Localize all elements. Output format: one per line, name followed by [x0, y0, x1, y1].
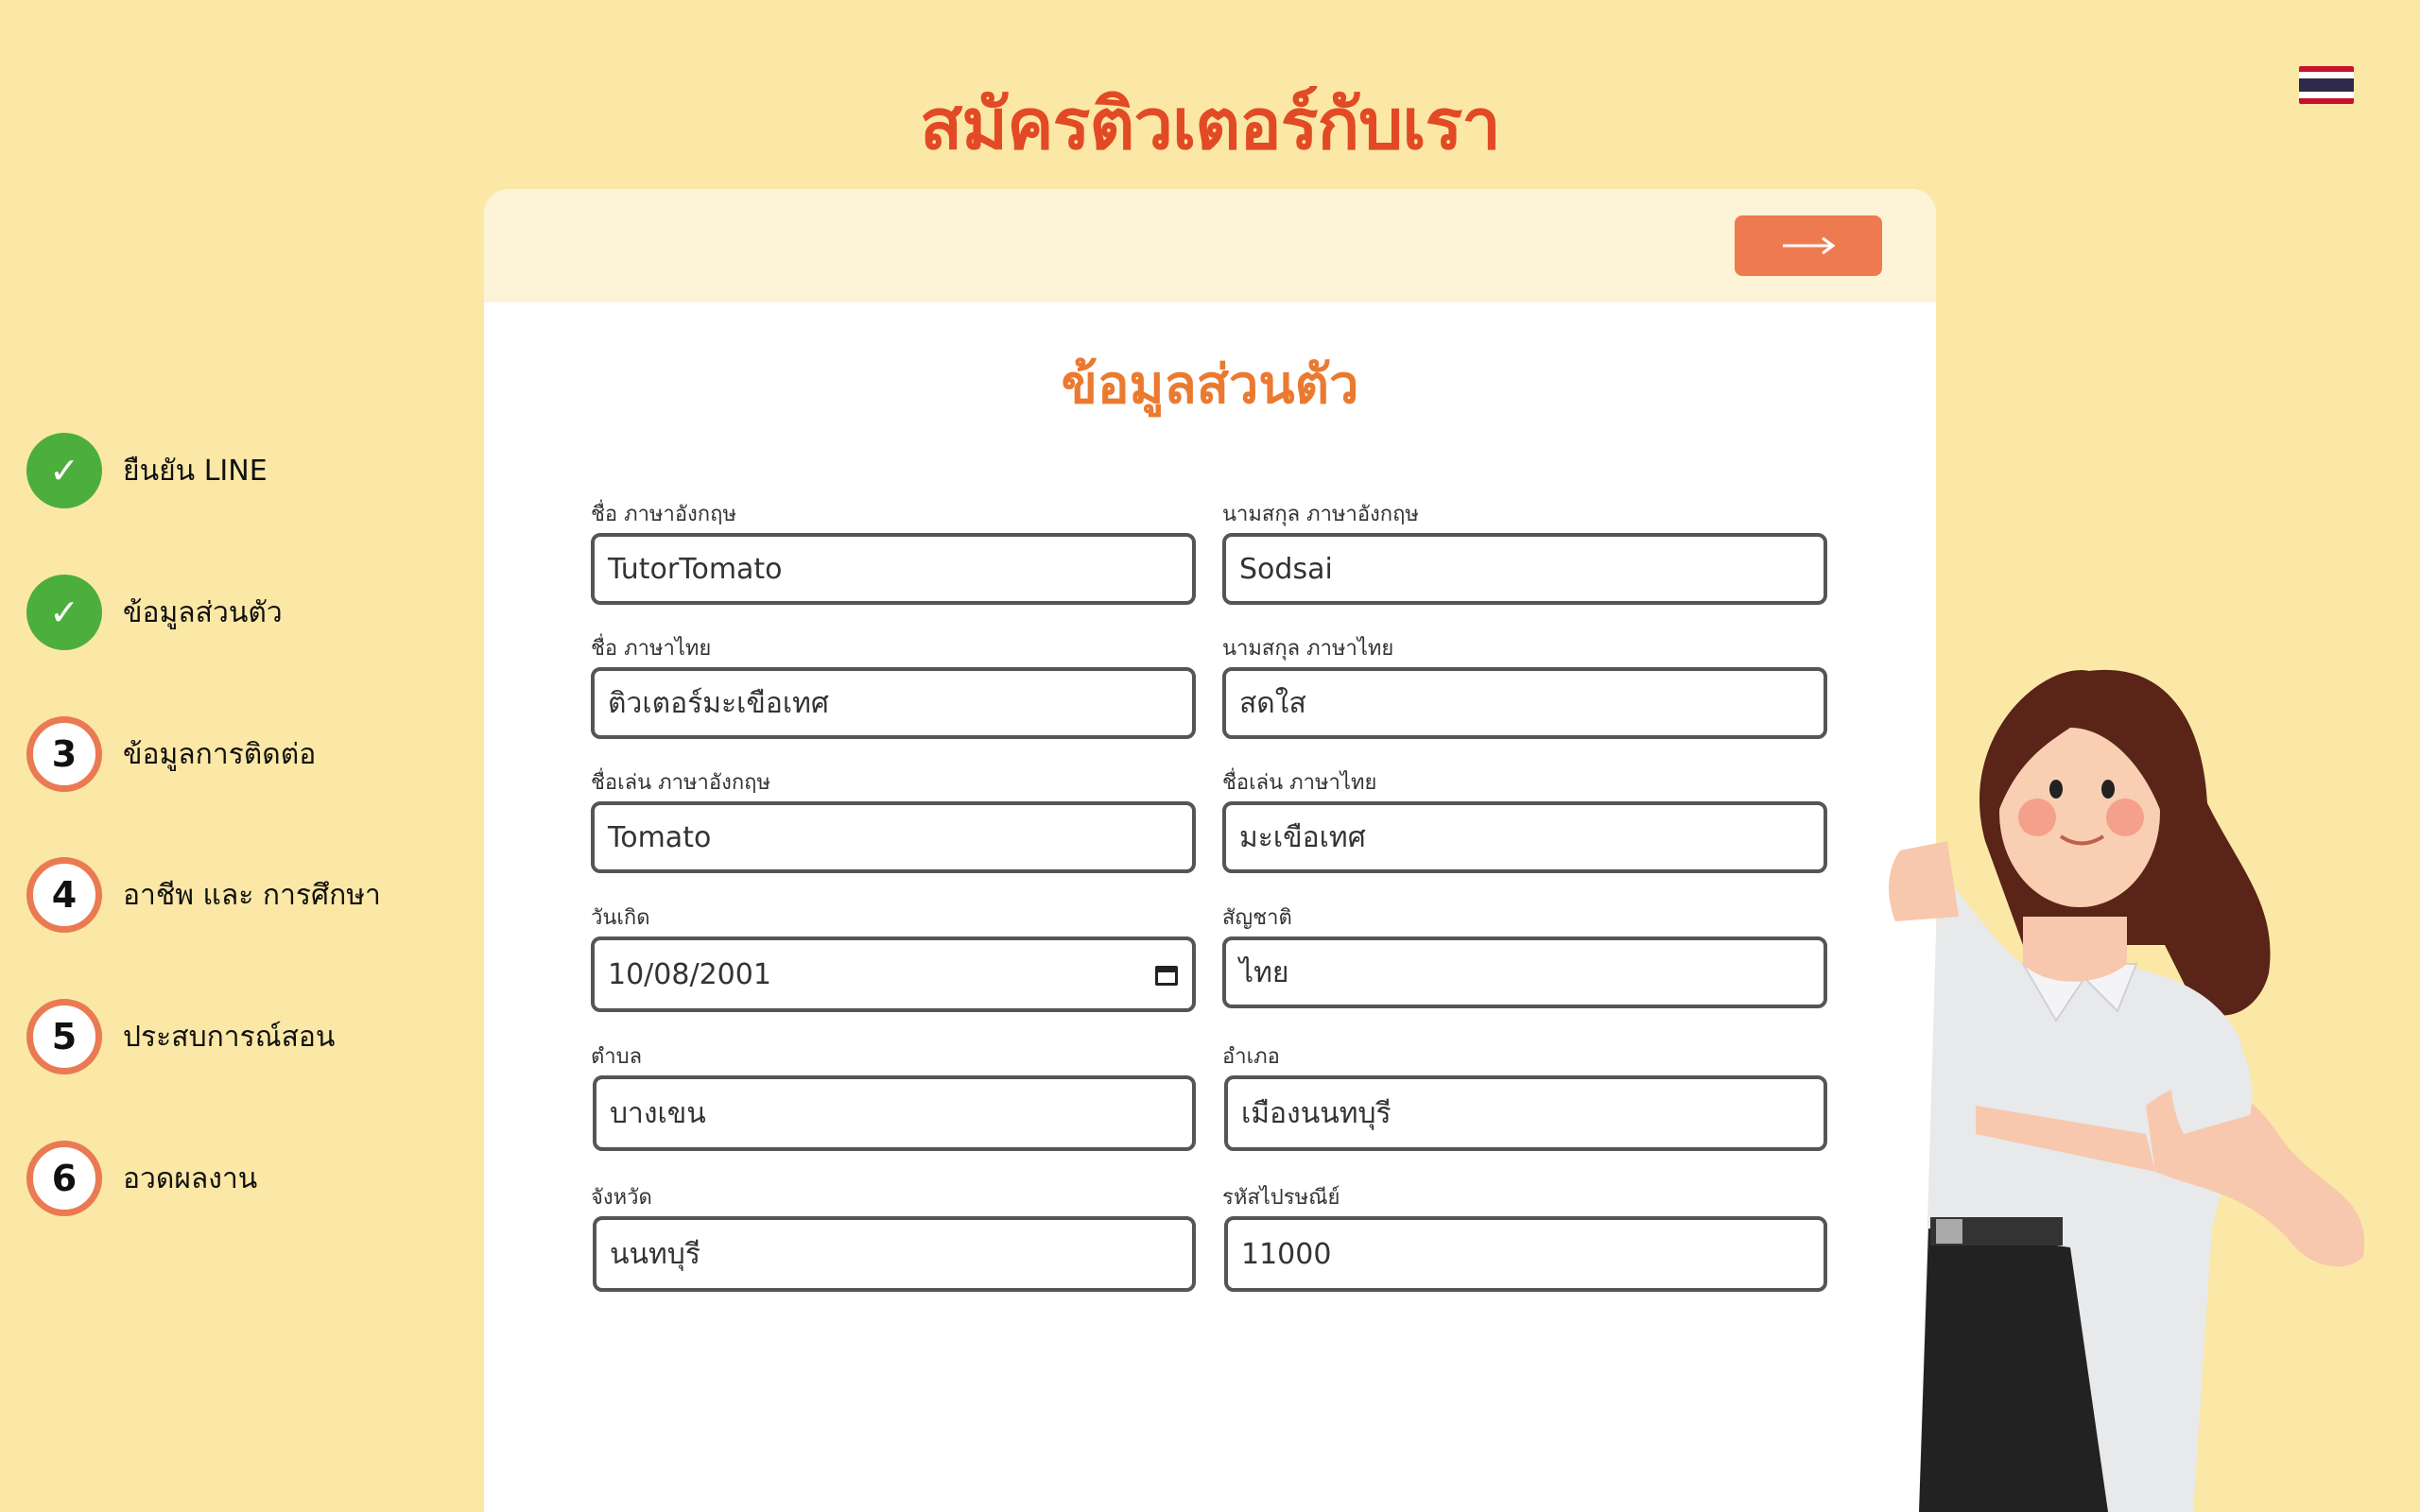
birthdate-input[interactable]: 10/08/2001	[591, 936, 1196, 1012]
postal-code-input[interactable]: 11000	[1224, 1216, 1827, 1292]
input-value: 11000	[1241, 1237, 1332, 1271]
field-label: จังหวัด	[591, 1186, 652, 1210]
step-contact-info[interactable]: 3 ข้อมูลการติดต่อ	[26, 716, 424, 792]
postal-code-field: รหัสไปรษณีย์ 11000	[1222, 1186, 1827, 1292]
step-career-education[interactable]: 4 อาชีพ และ การศึกษา	[26, 857, 424, 933]
calendar-icon[interactable]	[1154, 962, 1179, 987]
field-label: รหัสไปรษณีย์	[1222, 1186, 1340, 1210]
district-input[interactable]: เมืองนนทบุรี	[1224, 1075, 1827, 1151]
nationality-field: สัญชาติ ไทย	[1222, 906, 1827, 1008]
step-portfolio[interactable]: 6 อวดผลงาน	[26, 1141, 424, 1216]
field-label: วันเกิด	[591, 906, 650, 930]
nickname-en-input[interactable]: Tomato	[591, 801, 1196, 873]
last-name-th-input[interactable]: สดใส	[1222, 667, 1827, 739]
step-personal-info[interactable]: ✓ ข้อมูลส่วนตัว	[26, 575, 424, 650]
field-label: นามสกุล ภาษาอังกฤษ	[1222, 503, 1419, 526]
input-value: 10/08/2001	[608, 957, 771, 991]
step-verify-line[interactable]: ✓ ยืนยัน LINE	[26, 433, 424, 508]
step-number: 5	[26, 999, 102, 1074]
form-card: ข้อมูลส่วนตัว ชื่อ ภาษาอังกฤษ TutorTomat…	[484, 189, 1936, 1512]
field-label: นามสกุล ภาษาไทย	[1222, 637, 1394, 661]
input-value: Sodsai	[1239, 552, 1333, 586]
step-label: ข้อมูลการติดต่อ	[123, 737, 317, 771]
birthdate-field: วันเกิด 10/08/2001	[591, 906, 1196, 1012]
subdistrict-input[interactable]: บางเขน	[593, 1075, 1196, 1151]
step-label: อาชีพ และ การศึกษา	[123, 878, 381, 912]
field-label: ชื่อ ภาษาไทย	[591, 637, 712, 661]
step-label: ประสบการณ์สอน	[123, 1020, 336, 1054]
nickname-th-input[interactable]: มะเขือเทศ	[1222, 801, 1827, 873]
last-name-th-field: นามสกุล ภาษาไทย สดใส	[1222, 637, 1827, 739]
page-title: สมัครติวเตอร์กับเรา	[920, 84, 1501, 165]
nickname-th-field: ชื่อเล่น ภาษาไทย มะเขือเทศ	[1222, 771, 1827, 873]
thailand-flag-icon[interactable]	[2299, 66, 2354, 104]
input-value: ติวเตอร์มะเขือเทศ	[608, 686, 829, 720]
step-number: 6	[26, 1141, 102, 1216]
step-teaching-experience[interactable]: 5 ประสบการณ์สอน	[26, 999, 424, 1074]
field-label: ชื่อ ภาษาอังกฤษ	[591, 503, 736, 526]
nickname-en-field: ชื่อเล่น ภาษาอังกฤษ Tomato	[591, 771, 1196, 873]
last-name-en-input[interactable]: Sodsai	[1222, 533, 1827, 605]
field-label: ชื่อเล่น ภาษาไทย	[1222, 771, 1377, 795]
check-icon: ✓	[26, 575, 102, 650]
input-value: มะเขือเทศ	[1239, 820, 1366, 854]
first-name-en-input[interactable]: TutorTomato	[591, 533, 1196, 605]
field-label: ชื่อเล่น ภาษาอังกฤษ	[591, 771, 770, 795]
step-label: ข้อมูลส่วนตัว	[123, 595, 283, 629]
first-name-th-input[interactable]: ติวเตอร์มะเขือเทศ	[591, 667, 1196, 739]
field-label: ตำบล	[591, 1045, 643, 1069]
step-label: ยืนยัน LINE	[123, 454, 268, 488]
field-label: สัญชาติ	[1222, 906, 1292, 930]
arrow-right-icon	[1783, 236, 1836, 255]
step-label: อวดผลงาน	[123, 1161, 258, 1195]
input-value: นนทบุรี	[610, 1237, 700, 1271]
check-icon: ✓	[26, 433, 102, 508]
last-name-en-field: นามสกุล ภาษาอังกฤษ Sodsai	[1222, 503, 1827, 605]
next-button[interactable]	[1735, 215, 1882, 276]
first-name-en-field: ชื่อ ภาษาอังกฤษ TutorTomato	[591, 503, 1196, 605]
input-value: บางเขน	[610, 1096, 706, 1130]
input-value: ไทย	[1239, 955, 1289, 989]
nationality-input[interactable]: ไทย	[1222, 936, 1827, 1008]
step-number: 4	[26, 857, 102, 933]
input-value: Tomato	[608, 820, 712, 854]
card-header	[484, 189, 1936, 302]
subdistrict-field: ตำบล บางเขน	[591, 1045, 1196, 1151]
input-value: เมืองนนทบุรี	[1241, 1096, 1392, 1130]
input-value: TutorTomato	[608, 552, 783, 586]
section-title: ข้อมูลส่วนตัว	[1061, 354, 1359, 416]
province-field: จังหวัด นนทบุรี	[591, 1186, 1196, 1292]
province-input[interactable]: นนทบุรี	[593, 1216, 1196, 1292]
step-number: 3	[26, 716, 102, 792]
district-field: อำเภอ เมืองนนทบุรี	[1222, 1045, 1827, 1151]
field-label: อำเภอ	[1222, 1045, 1280, 1069]
tutor-character-illustration	[1889, 669, 2365, 1512]
input-value: สดใส	[1239, 686, 1306, 720]
first-name-th-field: ชื่อ ภาษาไทย ติวเตอร์มะเขือเทศ	[591, 637, 1196, 739]
